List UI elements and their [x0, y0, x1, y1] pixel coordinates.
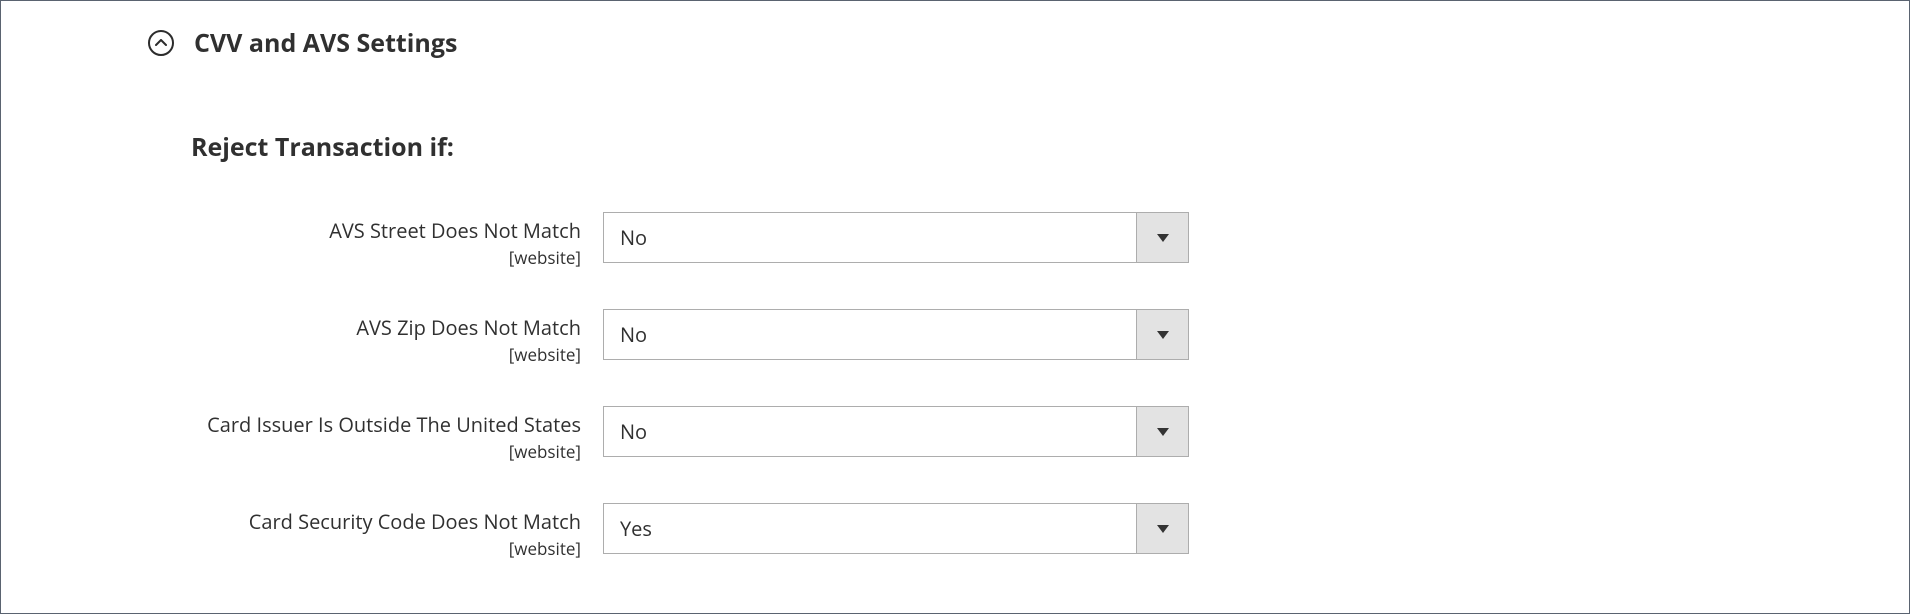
field-label: AVS Zip Does Not Match [1, 315, 581, 341]
field-row-avs-zip: AVS Zip Does Not Match [website] No [1, 309, 1909, 366]
chevron-down-icon [1136, 407, 1188, 456]
field-row-avs-street: AVS Street Does Not Match [website] No [1, 212, 1909, 269]
field-row-card-issuer-outside-us: Card Issuer Is Outside The United States… [1, 406, 1909, 463]
field-scope: [website] [1, 537, 581, 560]
collapse-toggle-icon[interactable] [148, 30, 174, 56]
chevron-down-icon [1136, 213, 1188, 262]
cvv-avs-settings-section: CVV and AVS Settings Reject Transaction … [1, 1, 1909, 560]
field-scope: [website] [1, 440, 581, 463]
field-label: Card Security Code Does Not Match [1, 509, 581, 535]
card-issuer-outside-us-select[interactable]: No [603, 406, 1189, 457]
field-scope: [website] [1, 246, 581, 269]
avs-zip-select[interactable]: No [603, 309, 1189, 360]
field-label: Card Issuer Is Outside The United States [1, 412, 581, 438]
subsection-title: Reject Transaction if: [1, 130, 1909, 164]
select-value: No [604, 407, 1136, 456]
field-label: AVS Street Does Not Match [1, 218, 581, 244]
field-row-cvv-no-match: Card Security Code Does Not Match [websi… [1, 503, 1909, 560]
avs-street-select[interactable]: No [603, 212, 1189, 263]
section-header: CVV and AVS Settings [1, 26, 1909, 60]
chevron-down-icon [1136, 504, 1188, 553]
section-title: CVV and AVS Settings [194, 26, 457, 60]
label-container: AVS Zip Does Not Match [website] [1, 309, 603, 366]
field-scope: [website] [1, 343, 581, 366]
select-value: No [604, 310, 1136, 359]
label-container: Card Security Code Does Not Match [websi… [1, 503, 603, 560]
label-container: AVS Street Does Not Match [website] [1, 212, 603, 269]
label-container: Card Issuer Is Outside The United States… [1, 406, 603, 463]
chevron-down-icon [1136, 310, 1188, 359]
cvv-no-match-select[interactable]: Yes [603, 503, 1189, 554]
select-value: Yes [604, 504, 1136, 553]
select-value: No [604, 213, 1136, 262]
